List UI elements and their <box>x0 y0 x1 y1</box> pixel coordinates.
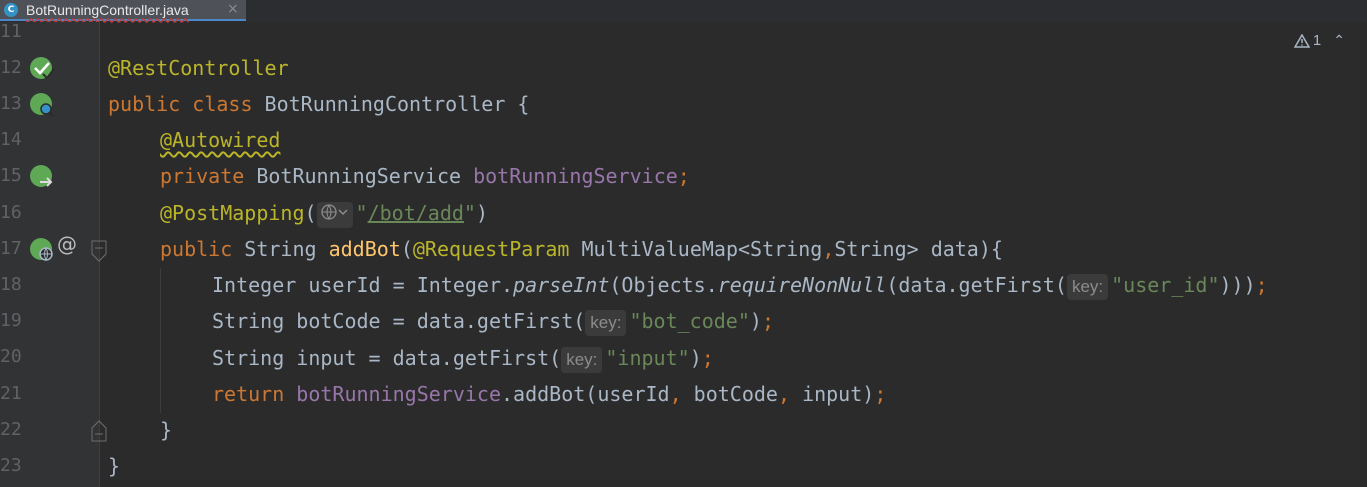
warning-count: 1 <box>1312 32 1322 49</box>
semicolon: ; <box>701 346 714 370</box>
line-number: 12 <box>0 57 22 78</box>
line-number: 11 <box>0 21 22 42</box>
spring-web-endpoint-icon[interactable] <box>30 238 53 261</box>
semicolon: ; <box>1255 273 1268 297</box>
static-method: requireNonNull <box>717 273 887 297</box>
string-quote: " <box>355 201 368 225</box>
code-text: (Objects. <box>609 273 718 297</box>
annotation: @Autowired <box>160 128 281 152</box>
code-line-18: Integer userId = Integer.parseInt(Object… <box>212 267 1268 303</box>
fold-open-icon[interactable] <box>91 240 107 266</box>
tab-bot-running-controller[interactable]: C BotRunningController.java × <box>0 0 246 21</box>
semicolon: ; <box>874 382 887 406</box>
code-line-19: String botCode = data.getFirst(key: "bot_… <box>212 303 774 339</box>
code-line-13: public class BotRunningController { <box>108 86 529 122</box>
semicolon: ; <box>761 309 774 333</box>
static-method: parseInt <box>513 273 610 297</box>
code-text: ) <box>749 309 762 333</box>
code-line-15: private BotRunningService botRunningServ… <box>160 158 690 194</box>
params: MultiValueMap<String <box>569 237 823 261</box>
close-tab-icon[interactable]: × <box>227 1 239 17</box>
code-text: input) <box>802 382 875 406</box>
keyword: public class <box>108 92 265 116</box>
code-text: .addBot(userId <box>501 382 670 406</box>
paren: ) <box>475 201 489 225</box>
string-literal: "bot_code" <box>629 309 750 333</box>
annotation: @RequestParam <box>412 237 570 261</box>
code-text: botCode <box>693 382 778 406</box>
params: String> data){ <box>834 237 1003 261</box>
string-quote: " <box>463 201 476 225</box>
field-name: botRunningService <box>296 382 501 406</box>
line-number: 13 <box>0 93 22 114</box>
inspection-widget[interactable]: 1 ⌃ <box>1293 32 1345 49</box>
paren: ( <box>304 201 317 225</box>
spring-bean-search-icon[interactable] <box>30 93 54 117</box>
annotation: @RestController <box>108 56 289 80</box>
code-line-17: public String addBot(@RequestParam Multi… <box>160 231 1003 267</box>
param-hint: key: <box>585 310 627 336</box>
url-globe-hint[interactable] <box>316 202 353 228</box>
code-line-23: } <box>108 448 120 484</box>
fold-close-icon[interactable] <box>91 420 107 446</box>
line-number: 22 <box>0 419 22 440</box>
string-literal: "user_id" <box>1111 273 1220 297</box>
line-number: 21 <box>0 383 22 404</box>
line-number: 18 <box>0 274 22 295</box>
param-hint: key: <box>561 347 603 373</box>
line-number: 16 <box>0 202 22 223</box>
code-line-16: @PostMapping( "/bot/add") <box>160 195 488 231</box>
code-line-14: @Autowired <box>160 122 280 158</box>
at-mapping-icon[interactable]: @ <box>57 232 77 256</box>
keyword: return <box>212 382 297 406</box>
code-text: String botCode = data.getFirst( <box>212 309 586 333</box>
field-name: botRunningService <box>473 164 678 188</box>
paren: ( <box>400 237 413 261</box>
globe-icon <box>320 204 348 220</box>
comma: , <box>777 382 803 406</box>
type-name: String <box>244 237 329 261</box>
line-number: 14 <box>0 129 22 150</box>
annotation: @PostMapping <box>160 201 305 225</box>
brace: } <box>160 418 173 442</box>
line-number: 20 <box>0 346 22 367</box>
code-line-21: return botRunningService.addBot(userId, … <box>212 376 886 412</box>
code-line-22: } <box>160 412 172 448</box>
spring-bean-check-icon[interactable] <box>30 57 55 80</box>
class-name: BotRunningController { <box>264 92 530 116</box>
code-text: Integer userId = Integer. <box>212 273 514 297</box>
url-link[interactable]: /bot/add <box>368 201 464 225</box>
param-hint: key: <box>1066 274 1109 300</box>
line-number: 15 <box>0 165 22 186</box>
code-text: String input = data.getFirst( <box>212 346 562 370</box>
code-text: ) <box>689 346 702 370</box>
tab-filename: BotRunningController.java <box>26 1 189 18</box>
comma: , <box>669 382 694 406</box>
indent-guide <box>160 268 161 413</box>
semicolon: ; <box>677 164 690 188</box>
line-number: 23 <box>0 455 22 476</box>
comma: , <box>822 237 835 261</box>
keyword: private <box>160 164 257 188</box>
code-text: (data.getFirst( <box>886 273 1067 297</box>
editor-tab-bar: C BotRunningController.java × <box>0 0 1367 22</box>
chevron-up-icon[interactable]: ⌃ <box>1333 32 1345 49</box>
method-name: addBot <box>328 237 401 261</box>
code-text: ))) <box>1219 273 1256 297</box>
line-number: 17 <box>0 238 22 259</box>
spring-bean-navigate-icon[interactable] <box>30 165 53 187</box>
type-name: BotRunningService <box>256 164 474 188</box>
code-line-20: String input = data.getFirst(key: "input"… <box>212 340 714 376</box>
line-number: 19 <box>0 310 22 331</box>
keyword: public <box>160 237 245 261</box>
warning-triangle-icon <box>1293 33 1310 48</box>
brace: } <box>108 454 121 478</box>
code-line-12: @RestController <box>108 50 289 86</box>
string-literal: "input" <box>605 346 690 370</box>
